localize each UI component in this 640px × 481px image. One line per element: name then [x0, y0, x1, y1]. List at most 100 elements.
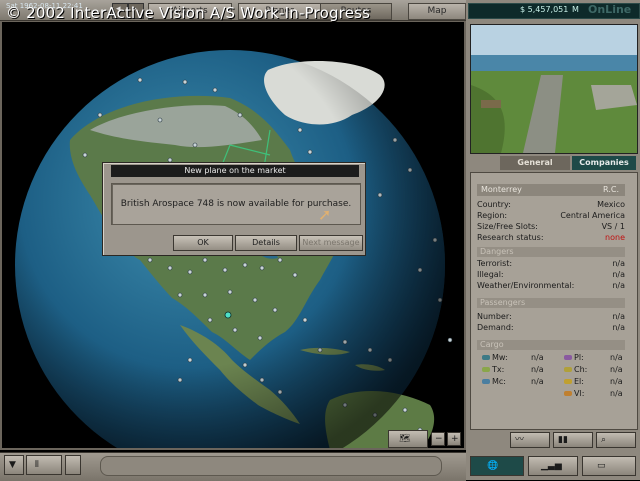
info-label: Illegal:: [477, 270, 504, 279]
money-value: $ 5,457,051: [520, 5, 569, 14]
cargo-pl-icon: [564, 355, 572, 360]
danger-row-terrorist: Terrorist: n/a: [477, 259, 625, 269]
info-value: n/a: [612, 259, 625, 268]
cargo-label: Ch:: [574, 365, 588, 374]
city-code: R.C.: [603, 185, 619, 194]
cargo-value: n/a: [531, 377, 544, 386]
info-value: Central America: [560, 211, 625, 220]
cargo-item-el: El:: [564, 377, 584, 387]
cargo-value: n/a: [610, 389, 623, 398]
info-row-research: Research status: none: [477, 233, 625, 243]
tab-general[interactable]: General: [500, 156, 570, 170]
cargo-value: n/a: [531, 353, 544, 362]
cargo-el-icon: [564, 379, 572, 384]
city-photo: [470, 24, 638, 154]
city-header: Monterrey R.C.: [477, 184, 625, 196]
info-label: Weather/Environmental:: [477, 281, 575, 290]
graph-button[interactable]: 〰: [510, 432, 550, 448]
info-value: n/a: [612, 323, 625, 332]
cargo-value: n/a: [610, 377, 623, 386]
magnifier-icon: ⌕: [601, 435, 607, 445]
cargo-vl-icon: [564, 391, 572, 396]
section-dangers: Dangers: [477, 247, 625, 257]
cargo-label: Pl:: [574, 353, 584, 362]
info-value: n/a: [612, 281, 625, 290]
cargo-label: Mc:: [492, 377, 506, 386]
cargo-mc-icon: [482, 379, 490, 384]
down-arrow-icon: ▼: [9, 460, 16, 470]
stats-button[interactable]: ▮▮: [553, 432, 593, 448]
sliders-icon: ⫴: [35, 460, 39, 470]
section-passengers: Passengers: [477, 298, 625, 308]
info-button[interactable]: [65, 455, 81, 475]
info-row-country: Country: Mexico: [477, 200, 625, 210]
cargo-ch-icon: [564, 367, 572, 372]
info-value: n/a: [612, 270, 625, 279]
message-ticker[interactable]: [100, 456, 442, 476]
cargo-item-ch: Ch:: [564, 365, 587, 375]
tab-map[interactable]: Map: [408, 3, 466, 20]
ok-button[interactable]: OK: [173, 235, 233, 251]
info-value: VS / 1: [601, 222, 625, 231]
minus-icon: −: [435, 434, 443, 444]
cargo-label: Mw:: [492, 353, 508, 362]
globe-icon: 🌐: [487, 461, 499, 471]
cargo-tx-icon: [482, 367, 490, 372]
next-message-button[interactable]: Next message: [299, 235, 363, 251]
cargo-mw-icon: [482, 355, 490, 360]
toggle-icon: ▭: [597, 461, 606, 471]
cargo-value: n/a: [531, 365, 544, 374]
zoom-out-button[interactable]: −: [431, 432, 445, 446]
info-row-size: Size/Free Slots: VS / 1: [477, 222, 625, 232]
world-map-icon: 🗺: [399, 434, 411, 444]
cargo-label: El:: [574, 377, 584, 386]
cargo-value: n/a: [610, 353, 623, 362]
line-graph-icon: 〰: [515, 435, 525, 445]
passenger-row-demand: Demand: n/a: [477, 323, 625, 333]
cargo-value: n/a: [610, 365, 623, 374]
airport-photo: [471, 25, 637, 153]
info-label: Terrorist:: [477, 259, 513, 268]
tab-companies[interactable]: Companies: [572, 156, 636, 170]
cargo-item-pl: Pl:: [564, 353, 584, 363]
world-view-button[interactable]: 🌐: [470, 456, 524, 476]
mouse-cursor-icon: ➚: [318, 205, 332, 224]
cargo-item-mc: Mc:: [482, 377, 506, 387]
menu-button[interactable]: ▼: [4, 455, 24, 475]
danger-row-weather: Weather/Environmental: n/a: [477, 281, 625, 291]
cargo-item-vl: Vl:: [564, 389, 584, 399]
finance-button[interactable]: ▁▃▅: [528, 456, 578, 476]
tab-map-label: Map: [427, 6, 447, 16]
info-label: Country:: [477, 200, 511, 209]
info-label: Region:: [477, 211, 508, 220]
money-unit: M: [572, 5, 579, 14]
cargo-label: Vl:: [574, 389, 585, 398]
danger-row-illegal: Illegal: n/a: [477, 270, 625, 280]
info-row-region: Region: Central America: [477, 211, 625, 221]
world-map-button[interactable]: 🗺: [388, 430, 428, 448]
details-button[interactable]: Details: [235, 235, 297, 251]
copyright-watermark: © 2002 InterActive Vision A/S Work-In-Pr…: [6, 4, 371, 22]
research-status-value: none: [605, 233, 625, 242]
zoom-in-button[interactable]: +: [447, 432, 461, 446]
cargo-item-tx: Tx:: [482, 365, 504, 375]
info-value: Mexico: [597, 200, 625, 209]
info-label: Research status:: [477, 233, 544, 242]
info-value: n/a: [612, 312, 625, 321]
options-button[interactable]: ▭: [582, 456, 636, 476]
plus-icon: +: [451, 434, 459, 444]
cargo-label: Tx:: [492, 365, 505, 374]
passenger-row-number: Number: n/a: [477, 312, 625, 322]
cargo-item-mw: Mw:: [482, 353, 508, 363]
settings-button[interactable]: ⫴: [26, 455, 62, 475]
city-name: Monterrey: [481, 185, 522, 194]
search-button[interactable]: ⌕: [596, 432, 636, 448]
info-label: Size/Free Slots:: [477, 222, 538, 231]
info-label: Number:: [477, 312, 512, 321]
chart-icon: ▁▃▅: [541, 461, 562, 471]
section-cargo: Cargo: [477, 340, 625, 350]
dialog-title: New plane on the market: [111, 165, 359, 177]
bar-chart-icon: ▮▮: [558, 435, 568, 445]
info-label: Demand:: [477, 323, 514, 332]
online-status: OnLine: [588, 3, 632, 16]
